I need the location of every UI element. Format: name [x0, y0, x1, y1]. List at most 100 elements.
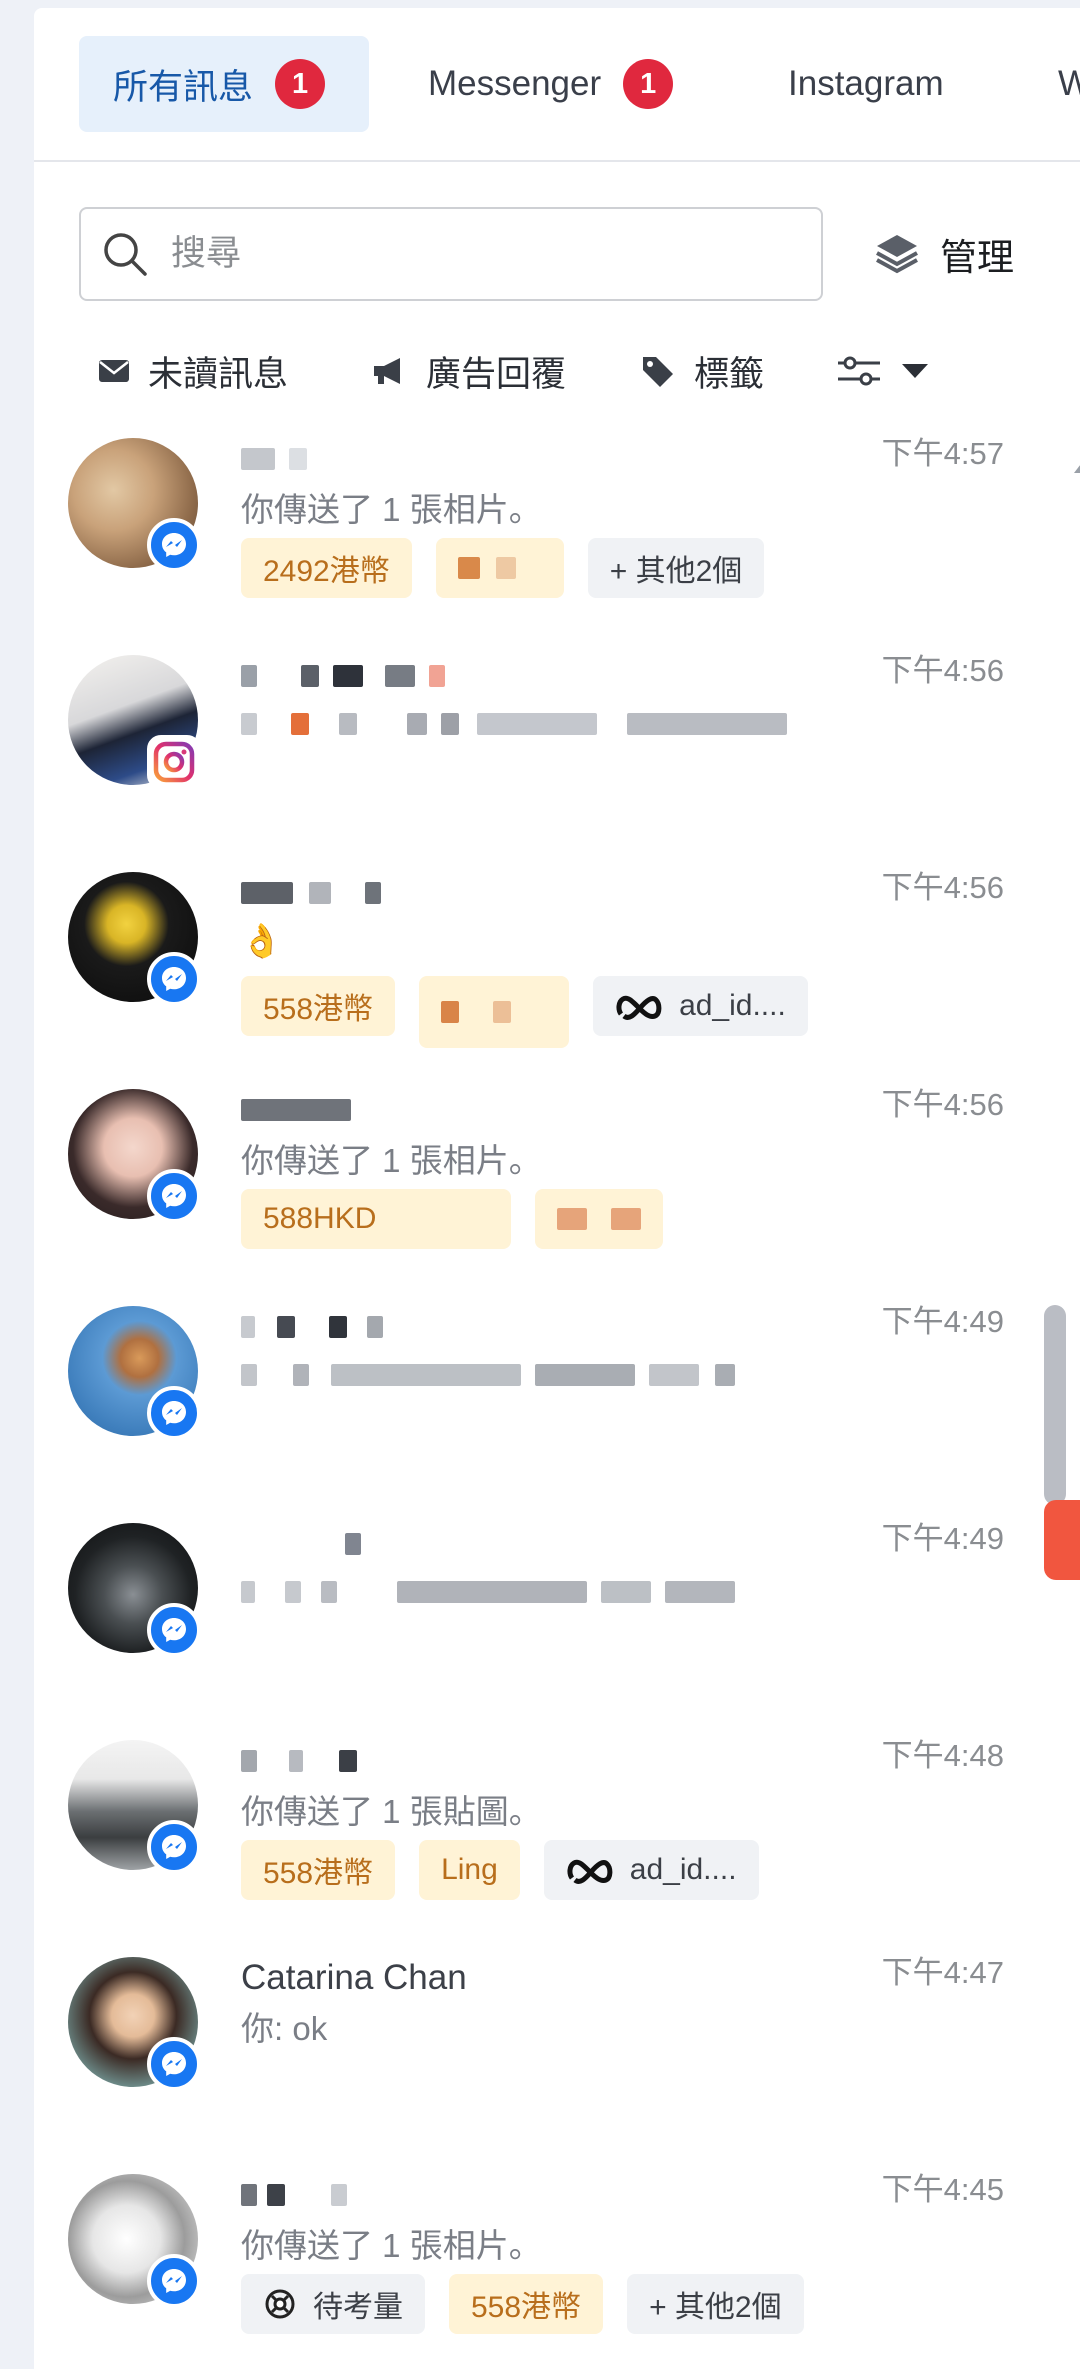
filter-label: 廣告回覆	[426, 354, 567, 394]
tab-all-messages[interactable]: 所有訊息 1	[79, 36, 369, 132]
filter-label: 標籤	[694, 354, 765, 394]
conversation-row[interactable]: 下午4:49	[34, 1296, 1034, 1512]
tab-instagram[interactable]: Instagram	[754, 36, 1014, 132]
message-preview: 你傳送了 1 張貼圖。	[241, 1793, 542, 1830]
tag-icon	[643, 357, 673, 387]
conversation-row[interactable]: Catarina Chan 你: ok 下午4:47	[34, 1947, 1034, 2163]
inbox-panel: 所有訊息 1 Messenger 1 Instagram W 管理	[34, 8, 1080, 2369]
instagram-icon	[147, 735, 201, 789]
messenger-icon	[147, 1386, 201, 1440]
tab-label: 所有訊息	[113, 67, 254, 107]
contact-name	[241, 1089, 351, 1131]
timestamp: 下午4:47	[881, 1955, 1004, 1990]
manage-button[interactable]: 管理	[874, 222, 1014, 286]
crm-icon	[265, 2289, 295, 2319]
filter-more-dropdown[interactable]	[836, 336, 930, 406]
conversation-row[interactable]: 你傳送了 1 張貼圖。 下午4:48 558港幣 Ling ad_id....	[34, 1730, 1034, 1946]
message-preview	[241, 1571, 735, 1613]
price-tag-chip[interactable]: 2492港幣	[241, 538, 412, 598]
message-preview	[241, 703, 787, 745]
conversation-row[interactable]: 你傳送了 1 張相片。 下午4:57 2492港幣 + 其他2個	[34, 428, 1034, 644]
filter-label: 未讀訊息	[148, 354, 289, 394]
ai-assistant-button[interactable]	[1044, 1500, 1080, 1580]
messenger-icon	[147, 1603, 201, 1657]
timestamp: 下午4:49	[881, 1521, 1004, 1556]
timestamp: 下午4:48	[881, 1738, 1004, 1773]
more-tags-chip[interactable]: + 其他2個	[627, 2274, 804, 2334]
filter-ad-replies[interactable]: 廣告回覆	[370, 336, 566, 406]
tag-chips: 558港幣 Ling ad_id....	[241, 1840, 759, 1900]
chip-label: ad_id....	[629, 1853, 737, 1886]
messenger-icon	[147, 518, 201, 572]
contact-name	[241, 1740, 357, 1782]
timestamp: 下午4:56	[881, 653, 1004, 688]
conversation-row[interactable]: 👌 下午4:56 558港幣 ad_id....	[34, 862, 1034, 1078]
contact-name	[241, 1523, 361, 1565]
tag-chips: 待考量 558港幣 + 其他2個	[241, 2274, 804, 2334]
conversation-row[interactable]: 下午4:56	[34, 645, 1034, 861]
unread-badge: 1	[623, 59, 674, 109]
tab-whatsapp[interactable]: W	[1024, 36, 1080, 132]
price-tag-chip[interactable]: 558港幣	[241, 976, 396, 1036]
tab-label: Instagram	[788, 64, 944, 103]
messenger-icon	[147, 1820, 201, 1874]
tag-chip[interactable]	[419, 976, 570, 1048]
meta-icon	[567, 1859, 613, 1884]
status-chip[interactable]: 待考量	[241, 2274, 425, 2334]
message-preview: 👌	[241, 921, 283, 959]
ad-id-chip[interactable]: ad_id....	[543, 1840, 759, 1900]
messenger-icon	[147, 2254, 201, 2308]
scroll-up-arrow-icon[interactable]	[1074, 456, 1080, 473]
price-tag-chip[interactable]: 558港幣	[449, 2274, 604, 2334]
timestamp: 下午4:57	[881, 436, 1004, 471]
search-box	[79, 207, 823, 301]
conversation-row[interactable]: 你傳送了 1 張相片。 下午4:56 588HKD	[34, 1079, 1034, 1295]
conversation-row[interactable]: 你傳送了 1 張相片。 下午4:45 待考量 558港幣 + 其他2個	[34, 2164, 1034, 2369]
tab-label: W	[1058, 64, 1080, 103]
scrollbar-thumb[interactable]	[1044, 1305, 1066, 1505]
channel-tabs: 所有訊息 1 Messenger 1 Instagram W	[34, 8, 1080, 162]
filter-unread[interactable]: 未讀訊息	[98, 336, 288, 406]
message-preview: 你傳送了 1 張相片。	[241, 2227, 542, 2264]
search-icon	[104, 233, 147, 276]
more-tags-chip[interactable]: + 其他2個	[587, 538, 765, 598]
ad-id-chip[interactable]: ad_id....	[593, 976, 808, 1036]
timestamp: 下午4:56	[881, 870, 1004, 905]
messenger-icon	[147, 1169, 201, 1223]
contact-name	[241, 655, 445, 697]
contact-name	[241, 438, 307, 480]
search-input[interactable]	[169, 233, 793, 275]
price-tag-chip[interactable]: 588HKD	[241, 1189, 511, 1249]
messenger-icon	[147, 952, 201, 1006]
meta-icon	[616, 995, 662, 1020]
manage-label: 管理	[940, 237, 1014, 278]
message-preview: 你: ok	[241, 2010, 328, 2047]
timestamp: 下午4:45	[881, 2172, 1004, 2207]
conversation-row[interactable]: 下午4:49	[34, 1513, 1034, 1729]
contact-name: Catarina Chan	[241, 1958, 467, 1997]
message-preview: 你傳送了 1 張相片。	[241, 1142, 542, 1179]
price-tag-chip[interactable]: 558港幣	[241, 1840, 396, 1900]
timestamp: 下午4:49	[881, 1304, 1004, 1339]
tag-chip[interactable]	[435, 538, 564, 598]
unread-badge: 1	[275, 59, 326, 109]
contact-name	[241, 1306, 383, 1348]
contact-name	[241, 872, 381, 914]
chip-label: 待考量	[313, 2291, 403, 2324]
filter-tags[interactable]: 標籤	[640, 336, 764, 406]
messenger-icon	[147, 2037, 201, 2091]
tag-chips: 558港幣 ad_id....	[241, 976, 808, 1048]
name-tag-chip[interactable]: Ling	[419, 1840, 520, 1900]
filter-bar: 未讀訊息 廣告回覆 標籤	[34, 336, 1080, 406]
chip-label: ad_id....	[679, 989, 786, 1022]
filter-sliders-icon	[838, 356, 880, 386]
tag-chips: 2492港幣 + 其他2個	[241, 538, 765, 598]
message-preview: 你傳送了 1 張相片。	[241, 491, 542, 528]
tab-messenger[interactable]: Messenger 1	[394, 36, 714, 132]
contact-name	[241, 2174, 347, 2216]
envelope-icon	[99, 360, 129, 382]
chevron-down-icon	[902, 364, 928, 378]
tag-chips: 588HKD	[241, 1189, 663, 1249]
timestamp: 下午4:56	[881, 1087, 1004, 1122]
tag-chip[interactable]	[535, 1189, 663, 1249]
